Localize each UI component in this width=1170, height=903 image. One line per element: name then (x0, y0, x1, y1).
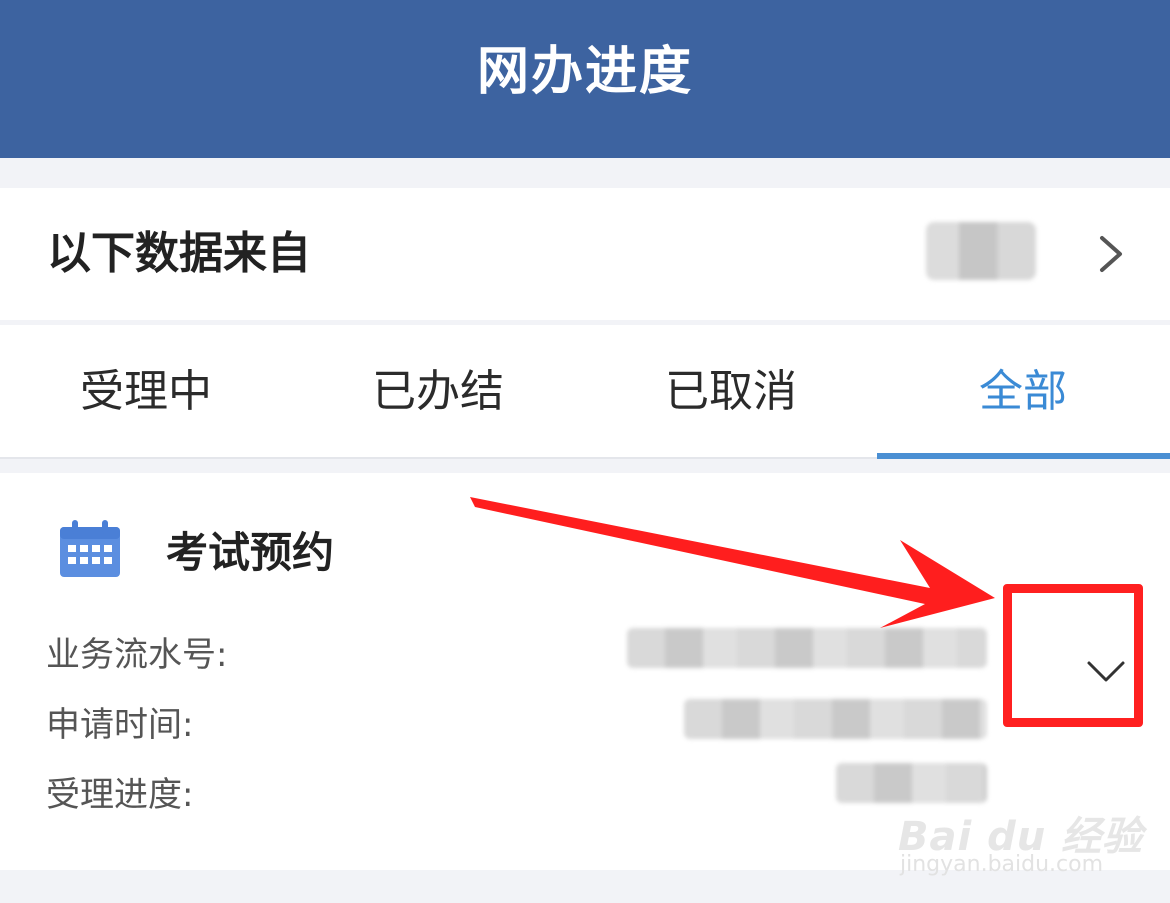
data-source-row[interactable]: 以下数据来自 (0, 188, 1170, 320)
data-source-value-blurred (926, 222, 1036, 280)
progress-value-blurred (836, 763, 987, 803)
status-tabs: 受理中 已办结 已取消 全部 (0, 325, 1170, 459)
data-source-label: 以下数据来自 (47, 228, 311, 279)
page-title: 网办进度 (476, 41, 693, 102)
calendar-icon (60, 520, 120, 577)
top-bar: 网办进度 (0, 0, 1170, 158)
apply-time-label: 申请时间: (46, 705, 194, 745)
tab-all[interactable]: 全部 (877, 325, 1169, 457)
progress-label: 受理进度: (46, 775, 194, 815)
active-tab-indicator (877, 453, 1170, 459)
chevron-down-icon[interactable] (1086, 660, 1126, 684)
expand-highlight-box (1003, 584, 1143, 727)
tab-completed[interactable]: 已办结 (292, 325, 584, 457)
tab-processing[interactable]: 受理中 (0, 325, 292, 457)
apply-time-value-blurred (684, 699, 987, 739)
serial-number-label: 业务流水号: (46, 635, 228, 675)
tab-cancelled[interactable]: 已取消 (585, 325, 877, 457)
watermark-url: jingyan.baidu.com (900, 852, 1104, 877)
serial-number-value-blurred (627, 628, 987, 668)
chevron-right-icon (1100, 236, 1122, 272)
card-title: 考试预约 (166, 528, 335, 577)
